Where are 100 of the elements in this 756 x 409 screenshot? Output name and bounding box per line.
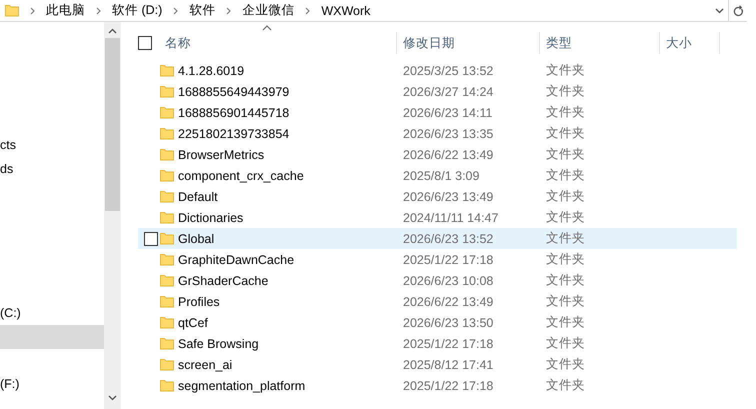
- modified-date: 2025/1/22 17:18: [402, 336, 494, 350]
- file-type: 文件夹: [545, 377, 586, 394]
- modified-date: 2026/6/23 14:11: [402, 106, 494, 120]
- modified-date: 2025/1/22 17:18: [402, 252, 494, 266]
- dropdown-chevron-icon[interactable]: [714, 8, 724, 14]
- file-row[interactable]: Safe Browsing 2025/1/22 17:18 文件夹: [138, 333, 737, 354]
- file-name: 2251802139733854: [178, 126, 290, 140]
- file-name: 1688856901445718: [178, 106, 290, 120]
- modified-date: 2025/8/1 3:09: [402, 168, 480, 182]
- nav-item[interactable]: cts: [0, 133, 104, 157]
- file-row[interactable]: 1688855649443979 2026/3/27 14:24 文件夹: [138, 81, 737, 102]
- column-header[interactable]: 名称: [162, 32, 191, 54]
- file-row[interactable]: BrowserMetrics 2026/6/22 13:49 文件夹: [138, 144, 737, 165]
- modified-date: 2026/6/23 13:35: [402, 126, 494, 140]
- row-checkbox[interactable]: [144, 232, 158, 246]
- nav-item[interactable]: (F:): [0, 372, 104, 396]
- file-row[interactable]: segmentation_platform 2025/1/22 17:18 文件夹: [138, 375, 737, 396]
- chevron-icon: [225, 6, 232, 14]
- file-type: 文件夹: [545, 62, 586, 79]
- folder-icon: [160, 64, 174, 77]
- folder-icon: [160, 379, 174, 392]
- file-row[interactable]: 4.1.28.6019 2025/3/25 13:52 文件夹: [138, 60, 737, 81]
- file-row[interactable]: screen_ai 2025/8/12 17:41 文件夹: [138, 354, 737, 375]
- file-row[interactable]: 1688856901445718 2026/6/23 14:11 文件夹: [138, 102, 737, 123]
- modified-date: 2026/6/22 13:49: [402, 294, 494, 308]
- modified-date: 2026/6/23 13:49: [402, 190, 494, 204]
- modified-date: 2025/3/25 13:52: [402, 64, 494, 78]
- modified-date: 2026/6/23 13:50: [402, 316, 494, 330]
- file-name: Global: [178, 232, 214, 246]
- file-row[interactable]: 2251802139733854 2026/6/23 13:35 文件夹: [138, 123, 737, 144]
- breadcrumb[interactable]: 企业微信: [238, 2, 298, 19]
- file-type: 文件夹: [545, 293, 586, 310]
- file-name: 4.1.28.6019: [178, 64, 244, 78]
- folder-icon: [160, 127, 174, 140]
- nav-item[interactable]: ds: [0, 157, 104, 181]
- file-type: 文件夹: [545, 83, 586, 100]
- file-name: segmentation_platform: [178, 378, 306, 392]
- chevron-icon: [29, 6, 36, 14]
- file-row[interactable]: Global 2026/6/23 13:52 文件夹: [138, 228, 737, 249]
- file-type: 文件夹: [545, 167, 586, 184]
- scrollbar[interactable]: [104, 22, 121, 409]
- file-row[interactable]: Dictionaries 2024/11/11 14:47 文件夹: [138, 207, 737, 228]
- folder-icon: [160, 316, 174, 329]
- folder-icon: [160, 358, 174, 371]
- file-row[interactable]: qtCef 2026/6/23 13:50 文件夹: [138, 312, 737, 333]
- folder-icon: [160, 274, 174, 287]
- folder-icon: [160, 190, 174, 203]
- scroll-thumb[interactable]: [104, 38, 120, 211]
- file-name: Safe Browsing: [178, 336, 259, 350]
- folder-icon: [160, 148, 174, 161]
- folder-icon: [160, 253, 174, 266]
- breadcrumb[interactable]: WXWork: [317, 4, 374, 18]
- folder-icon: [160, 85, 174, 98]
- modified-date: 2025/8/12 17:41: [402, 358, 494, 372]
- refresh-icon[interactable]: [732, 4, 744, 16]
- breadcrumb[interactable]: 软件 (D:): [108, 2, 166, 19]
- file-row[interactable]: component_crx_cache 2025/8/1 3:09 文件夹: [138, 165, 737, 186]
- modified-date: 2024/11/11 14:47: [402, 210, 500, 224]
- folder-icon: [160, 106, 174, 119]
- file-type: 文件夹: [545, 314, 586, 331]
- folder-icon: [160, 295, 174, 308]
- file-type: 文件夹: [545, 146, 586, 163]
- file-name: screen_ai: [178, 358, 232, 372]
- file-row[interactable]: GraphiteDawnCache 2025/1/22 17:18 文件夹: [138, 249, 737, 270]
- column-header[interactable]: 类型: [540, 32, 660, 54]
- nav-item[interactable]: (C:): [0, 301, 104, 325]
- file-row[interactable]: Profiles 2026/6/22 13:49 文件夹: [138, 291, 737, 312]
- file-name: Dictionaries: [178, 210, 244, 224]
- file-type: 文件夹: [545, 125, 586, 142]
- chevron-icon: [95, 6, 102, 14]
- select-all-checkbox[interactable]: [138, 36, 152, 50]
- folder-icon: [160, 169, 174, 182]
- file-name: Default: [178, 190, 218, 204]
- file-row[interactable]: Default 2026/6/23 13:49 文件夹: [138, 186, 737, 207]
- modified-date: 2026/6/22 13:49: [402, 148, 494, 162]
- modified-date: 2026/6/23 10:08: [402, 274, 494, 288]
- file-type: 文件夹: [545, 188, 586, 205]
- file-name: 1688855649443979: [178, 84, 290, 98]
- breadcrumb[interactable]: 此电脑: [42, 2, 89, 19]
- file-type: 文件夹: [545, 209, 586, 226]
- breadcrumb[interactable]: 软件: [185, 2, 220, 19]
- file-name: BrowserMetrics: [178, 148, 264, 162]
- file-name: GrShaderCache: [178, 274, 268, 288]
- file-type: 文件夹: [545, 230, 586, 247]
- scroll-up-icon[interactable]: [108, 28, 116, 34]
- column-header[interactable]: 修改日期: [397, 32, 540, 54]
- file-type: 文件夹: [545, 104, 586, 121]
- modified-date: 2026/6/23 13:52: [402, 232, 494, 246]
- chevron-icon: [304, 6, 312, 14]
- column-header[interactable]: 大小: [660, 32, 720, 54]
- sort-caret-icon: [262, 25, 272, 31]
- folder-icon: [160, 232, 174, 245]
- file-row[interactable]: GrShaderCache 2026/6/23 10:08 文件夹: [138, 270, 737, 291]
- chevron-icon: [172, 6, 180, 14]
- file-type: 文件夹: [545, 335, 586, 352]
- file-name: Profiles: [178, 294, 220, 308]
- file-type: 文件夹: [545, 251, 586, 268]
- file-name: component_crx_cache: [178, 168, 304, 182]
- scroll-down-icon[interactable]: [108, 395, 116, 401]
- modified-date: 2025/1/22 17:18: [402, 378, 494, 392]
